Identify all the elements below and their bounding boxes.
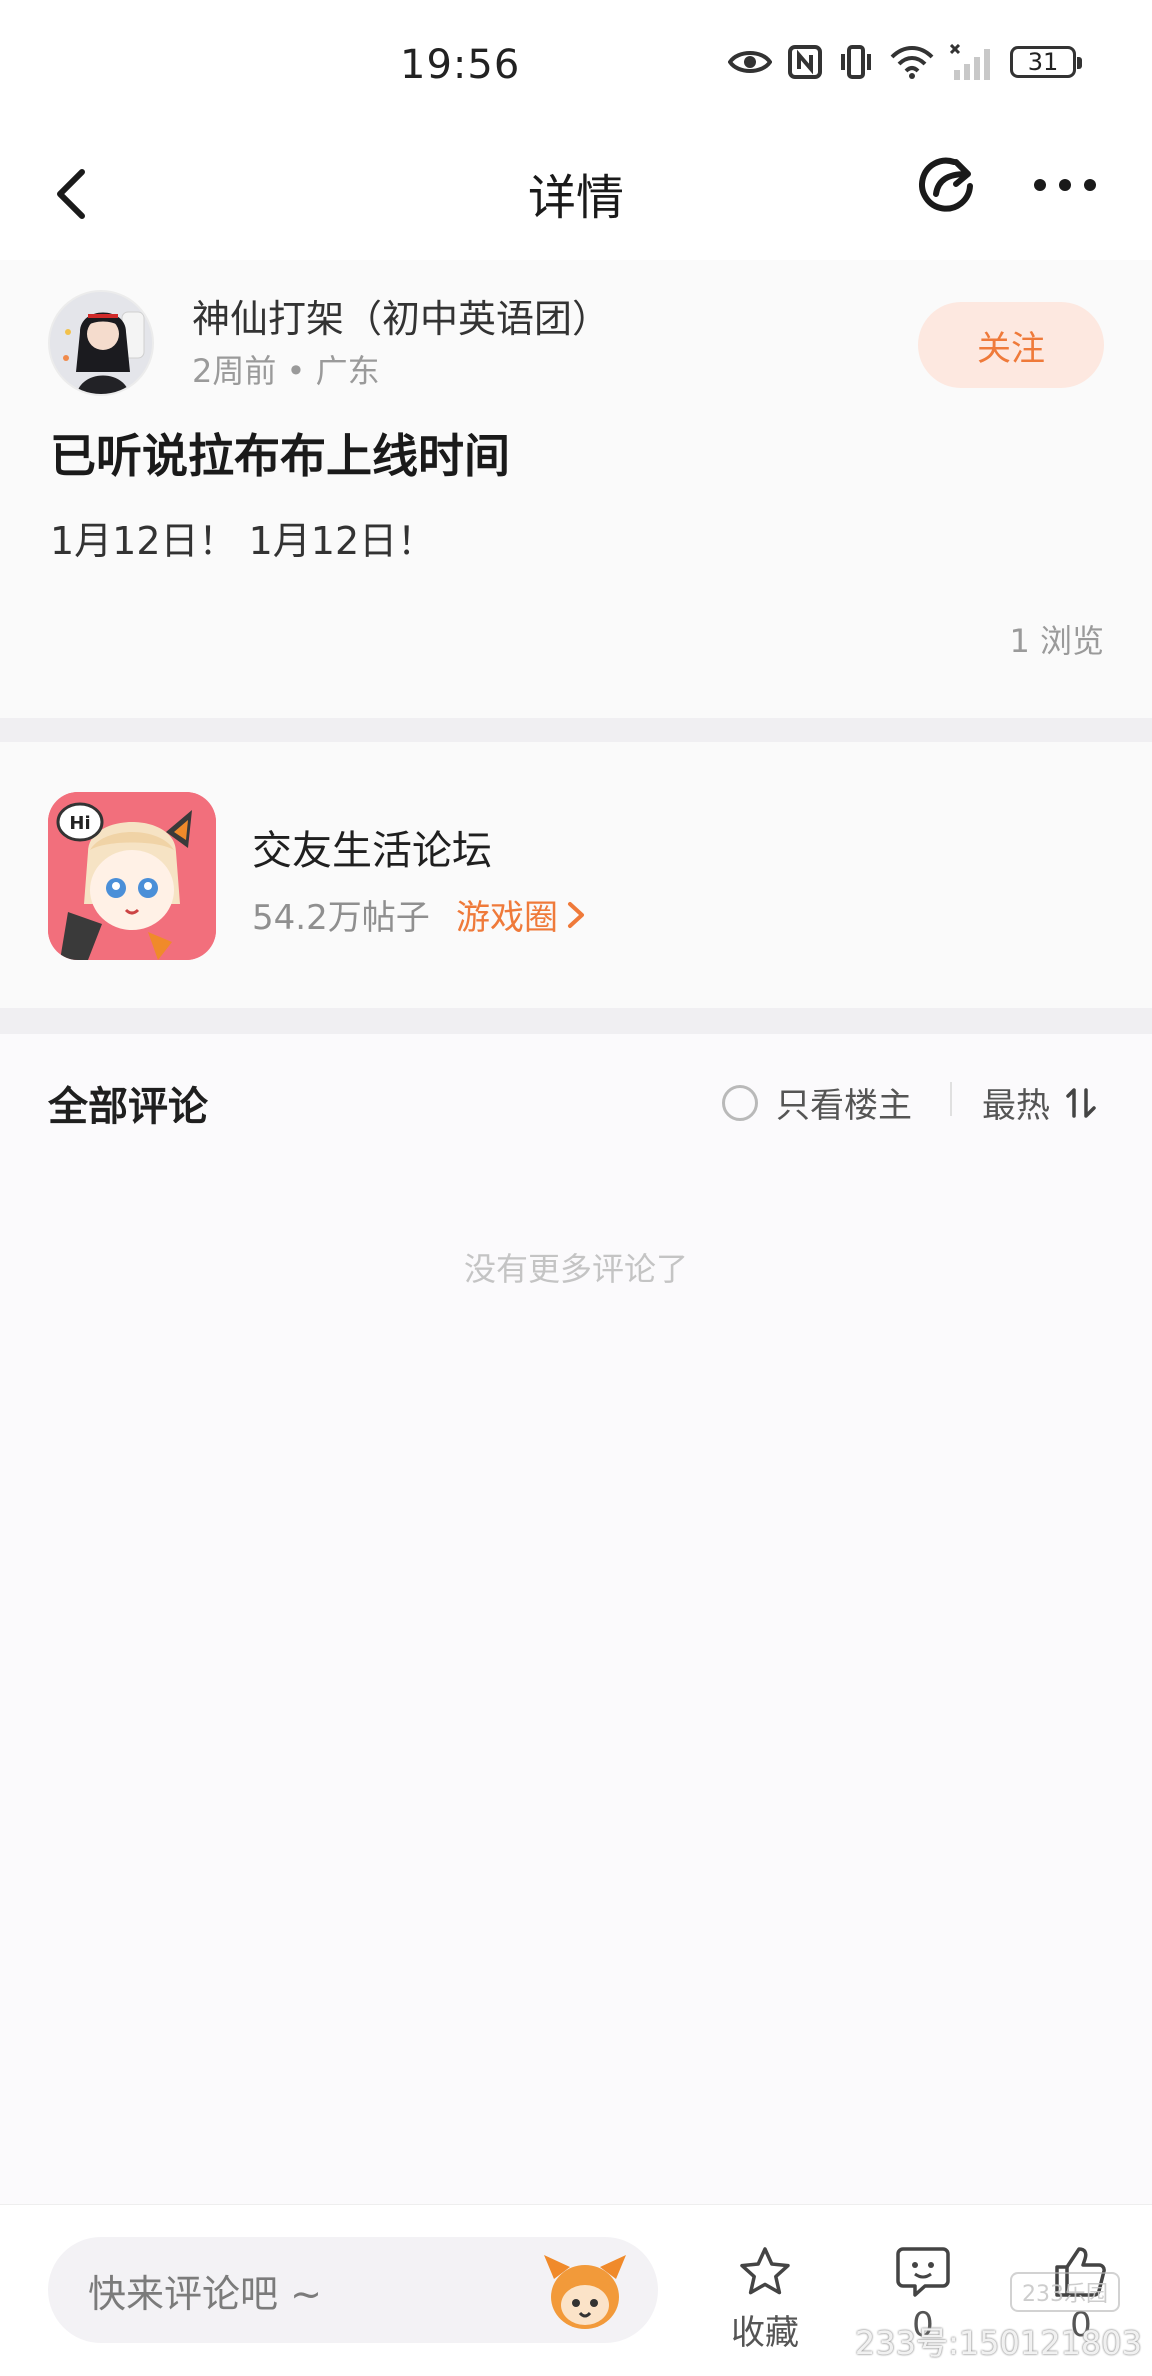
watermark-text: 233号:150121803 bbox=[854, 2324, 1142, 2362]
author-name[interactable]: 神仙打架（初中英语团） bbox=[192, 288, 610, 343]
section-divider bbox=[0, 718, 1152, 742]
comment-input-placeholder: 快来评论吧 ~ bbox=[88, 2271, 322, 2316]
forum-icon[interactable]: Hi bbox=[48, 792, 216, 960]
author-meta: 2周前 • 广东 bbox=[192, 352, 380, 390]
battery-icon: 31 bbox=[1010, 46, 1082, 78]
sort-divider bbox=[950, 1082, 952, 1116]
watermark-badge: 233乐园 bbox=[1010, 2272, 1120, 2312]
chevron-right-icon bbox=[568, 901, 584, 928]
forum-name[interactable]: 交友生活论坛 bbox=[252, 818, 492, 876]
sort-label: 最热 bbox=[982, 1086, 1050, 1126]
eye-icon bbox=[728, 51, 772, 73]
avatar-illustration bbox=[50, 292, 152, 394]
mascot-emoji-icon[interactable] bbox=[540, 2245, 630, 2335]
sort-button[interactable]: 最热 bbox=[982, 1078, 1098, 1127]
only-owner-label: 只看楼主 bbox=[776, 1086, 912, 1126]
post-body: 1月12日！ 1月12日！ bbox=[50, 519, 436, 563]
share-icon[interactable] bbox=[912, 150, 982, 220]
nfc-icon bbox=[788, 45, 822, 79]
game-circle-link[interactable]: 游戏圈 bbox=[456, 890, 586, 939]
view-count: 1 浏览 bbox=[1009, 622, 1104, 660]
status-time: 19:56 bbox=[400, 42, 521, 88]
forum-icon-badge: Hi bbox=[69, 813, 90, 834]
comments-title: 全部评论 bbox=[48, 1084, 208, 1130]
radio-icon[interactable] bbox=[722, 1084, 758, 1121]
favorite-label: 收藏 bbox=[731, 2313, 799, 2353]
vibrate-icon bbox=[841, 45, 871, 79]
comment-icon bbox=[896, 2247, 950, 2297]
wifi-icon bbox=[890, 46, 934, 79]
forum-post-count: 54.2万帖子 bbox=[252, 898, 430, 938]
post-section: 神仙打架（初中英语团） 2周前 • 广东 关注 已听说拉布布上线时间 1月12日… bbox=[0, 260, 1152, 718]
status-icons: 31 bbox=[728, 44, 1082, 80]
post-title: 已听说拉布布上线时间 bbox=[50, 429, 510, 483]
more-icon[interactable] bbox=[1030, 160, 1100, 210]
forum-mascot-icon: Hi bbox=[48, 792, 216, 960]
forum-card[interactable]: Hi 交友生活论坛 54.2万帖子 游戏圈 bbox=[0, 742, 1152, 1008]
only-owner-toggle[interactable]: 只看楼主 bbox=[722, 1078, 912, 1127]
nav-bar: 详情 bbox=[0, 130, 1152, 260]
signal-icon bbox=[950, 44, 990, 80]
follow-button[interactable]: 关注 bbox=[918, 302, 1104, 388]
game-circle-label: 游戏圈 bbox=[456, 898, 558, 938]
no-more-comments: 没有更多评论了 bbox=[463, 1250, 688, 1288]
section-divider bbox=[0, 1008, 1152, 1034]
avatar[interactable] bbox=[48, 290, 154, 396]
battery-level: 31 bbox=[1027, 48, 1059, 76]
sort-icon bbox=[1066, 1087, 1096, 1118]
star-icon bbox=[740, 2247, 790, 2295]
status-bar: 19:56 31 bbox=[0, 0, 1152, 130]
comments-section: 全部评论 只看楼主 最热 没有更多评论了 bbox=[0, 1034, 1152, 2204]
favorite-button[interactable]: 收藏 bbox=[710, 2245, 820, 2354]
